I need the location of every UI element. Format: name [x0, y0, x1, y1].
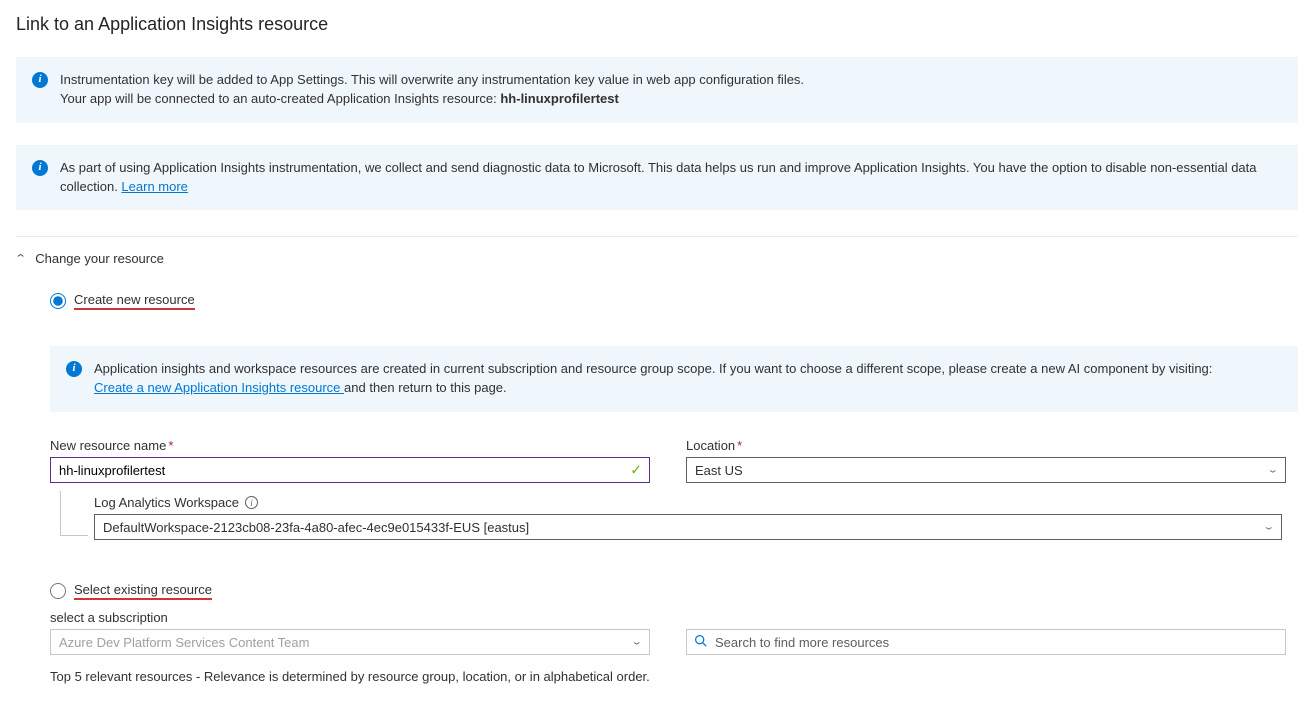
tree-connector — [60, 491, 61, 535]
create-ai-resource-link[interactable]: Create a new Application Insights resour… — [94, 380, 344, 395]
new-resource-name-input[interactable] — [50, 457, 650, 483]
inner-info-text: Application insights and workspace resou… — [94, 361, 1212, 376]
page-title: Link to an Application Insights resource — [16, 14, 1298, 35]
tree-connector — [60, 535, 88, 536]
chevron-up-icon: ⌃ — [14, 252, 27, 265]
info-body: Instrumentation key will be added to App… — [60, 71, 1282, 109]
chevron-down-icon: ⌄ — [1263, 522, 1275, 533]
info-body: As part of using Application Insights in… — [60, 159, 1282, 197]
subscription-value: Azure Dev Platform Services Content Team — [59, 635, 309, 650]
banner1-line1: Instrumentation key will be added to App… — [60, 72, 804, 87]
workspace-label-row: Log Analytics Workspace i — [94, 495, 1298, 510]
info-body: Application insights and workspace resou… — [94, 360, 1282, 398]
subscription-select[interactable]: Azure Dev Platform Services Content Team… — [50, 629, 650, 655]
inner-info-suffix: and then return to this page. — [344, 380, 507, 395]
banner2-text: As part of using Application Insights in… — [60, 160, 1257, 194]
change-resource-toggle[interactable]: ⌃ Change your resource — [16, 251, 1298, 266]
location-select[interactable]: East US ⌄ — [686, 457, 1286, 483]
select-existing-resource-radio-row[interactable]: Select existing resource — [50, 582, 1298, 600]
info-icon: i — [32, 160, 48, 176]
subscription-label: select a subscription — [50, 610, 1298, 625]
relevance-hint: Top 5 relevant resources - Relevance is … — [50, 669, 1298, 684]
create-new-resource-radio-row[interactable]: Create new resource — [50, 292, 1298, 310]
info-banner-instrumentation: i Instrumentation key will be added to A… — [16, 57, 1298, 123]
required-indicator: * — [168, 438, 173, 453]
info-icon: i — [32, 72, 48, 88]
help-icon[interactable]: i — [245, 496, 258, 509]
create-new-resource-label: Create new resource — [74, 292, 195, 310]
learn-more-link[interactable]: Learn more — [121, 179, 187, 194]
new-resource-name-label: New resource name* — [50, 438, 650, 453]
location-value: East US — [695, 463, 743, 478]
select-existing-resource-label: Select existing resource — [74, 582, 212, 600]
chevron-down-icon: ⌄ — [1267, 465, 1279, 476]
info-icon: i — [66, 361, 82, 377]
banner1-line2-prefix: Your app will be connected to an auto-cr… — [60, 91, 500, 106]
location-label: Location* — [686, 438, 1286, 453]
workspace-value: DefaultWorkspace-2123cb08-23fa-4a80-afec… — [103, 520, 529, 535]
info-banner-diagnostic: i As part of using Application Insights … — [16, 145, 1298, 211]
required-indicator: * — [737, 438, 742, 453]
info-banner-scope: i Application insights and workspace res… — [50, 346, 1298, 412]
create-new-resource-radio[interactable] — [50, 293, 66, 309]
banner1-resource-name: hh-linuxprofilertest — [500, 91, 618, 106]
workspace-select[interactable]: DefaultWorkspace-2123cb08-23fa-4a80-afec… — [94, 514, 1282, 540]
chevron-down-icon: ⌄ — [631, 637, 643, 648]
section-title: Change your resource — [35, 251, 164, 266]
divider — [16, 236, 1298, 237]
select-existing-resource-radio[interactable] — [50, 583, 66, 599]
resource-search-input[interactable] — [686, 629, 1286, 655]
workspace-label: Log Analytics Workspace — [94, 495, 239, 510]
